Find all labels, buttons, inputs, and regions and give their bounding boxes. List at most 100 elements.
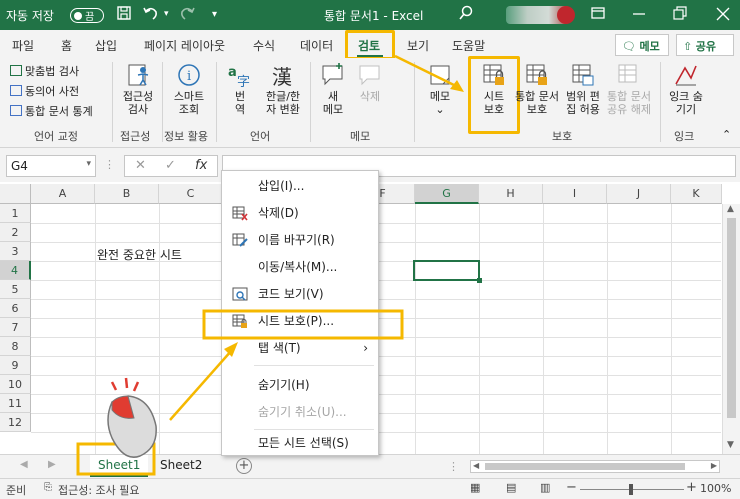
restore-icon[interactable] [673,5,687,25]
tab-formulas[interactable]: 수식 [253,37,275,54]
col-header-k[interactable]: K [671,184,722,204]
unshare-workbook-button[interactable]: 통합 문서 공유 해제 [604,62,654,116]
zoom-level[interactable]: 100% [700,482,731,495]
workbook-statistics-button[interactable]: 통합 문서 통계 [10,103,93,119]
tab-home[interactable]: 홈 [61,37,72,54]
accessibility-status[interactable]: 접근성: 조사 필요 [58,482,140,498]
row-header-1[interactable]: 1 [0,204,31,223]
next-sheet-icon[interactable]: ▶ [48,459,56,470]
undo-icon[interactable] [142,5,160,25]
autosave-toggle[interactable]: 끔 [70,8,104,23]
row-header-9[interactable]: 9 [0,356,31,375]
menu-item-hide[interactable]: 숨기기(H) [222,372,378,399]
ribbon-display-icon[interactable] [590,5,606,25]
check-accessibility-button[interactable]: 접근성 검사 [118,62,158,116]
row-header-6[interactable]: 6 [0,299,31,318]
spelling-button[interactable]: 맞춤법 검사 [10,63,79,79]
menu-item-view-code[interactable]: 코드 보기(V) [222,281,378,308]
menu-item-select-all-sheets[interactable]: 모든 시트 선택(S) [222,430,378,457]
group-proofing-label: 언어 교정 [34,130,78,143]
memo-button[interactable]: 🗨 메모 [615,34,669,56]
selected-cell-g4[interactable] [413,260,480,281]
menu-item-delete[interactable]: 삭제(D) [222,200,378,227]
col-header-a[interactable]: A [31,184,95,204]
scroll-left-icon[interactable]: ◀ [473,461,479,470]
allow-edit-ranges-button[interactable]: 범위 편 집 허용 [562,62,604,116]
menu-item-move-copy[interactable]: 이동/복사(M)... [222,254,378,281]
col-header-c[interactable]: C [159,184,223,204]
row-header-2[interactable]: 2 [0,223,31,242]
fill-handle[interactable] [477,278,482,283]
avatar[interactable] [557,6,575,24]
menu-item-rename[interactable]: 이름 바꾸기(R) [222,227,378,254]
zoom-out-icon[interactable]: − [566,480,577,495]
undo-dropdown-icon[interactable]: ▾ [164,9,169,19]
vertical-scrollbar[interactable]: ▲ ▼ [722,204,740,454]
redo-icon[interactable] [178,5,196,25]
notes-button[interactable]: 메모 ⌄ [422,62,458,116]
tab-view[interactable]: 보기 [407,37,429,54]
delete-comment-button[interactable]: 삭제 [353,62,387,103]
menu-item-insert[interactable]: 삽입(I)... [222,173,378,200]
tab-page-layout[interactable]: 페이지 레이아웃 [144,37,225,54]
row-header-4[interactable]: 4 [0,261,31,280]
hangul-hanja-button[interactable]: 漢 한글/한 자 변환 [260,62,306,116]
col-header-j[interactable]: J [607,184,671,204]
tab-insert[interactable]: 삽입 [95,37,117,54]
row-header-3[interactable]: 3 [0,242,31,261]
protect-workbook-button[interactable]: 통합 문서 보호 [514,62,560,116]
scroll-down-icon[interactable]: ▼ [727,440,734,450]
row-header-7[interactable]: 7 [0,318,31,337]
col-header-g[interactable]: G [415,184,479,204]
collapse-ribbon-icon[interactable]: ⌃ [722,128,731,141]
normal-view-icon[interactable]: ▦ [470,481,480,494]
hide-ink-button[interactable]: 잉크 숨 기기 [664,62,708,116]
scroll-thumb[interactable] [727,218,736,418]
page-layout-view-icon[interactable]: ▤ [506,481,516,494]
search-icon[interactable] [458,5,474,25]
menu-label: 숨기기(H) [258,378,310,392]
spelling-label: 맞춤법 검사 [25,65,80,78]
new-comment-button[interactable]: 새 메모 [316,62,350,116]
row-header-12[interactable]: 12 [0,413,31,432]
col-header-b[interactable]: B [95,184,159,204]
col-header-h[interactable]: H [479,184,543,204]
menu-item-protect-sheet[interactable]: 시트 보호(P)... [222,308,378,335]
tab-data[interactable]: 데이터 [300,37,333,54]
status-bar: 준비 ⎘ 접근성: 조사 필요 ▦ ▤ ▥ − + 100% [0,478,740,499]
thesaurus-button[interactable]: 동의어 사전 [10,83,79,99]
row-header-8[interactable]: 8 [0,337,31,356]
zoom-thumb[interactable] [629,484,633,495]
add-sheet-icon[interactable]: + [236,458,252,474]
col-header-i[interactable]: I [543,184,607,204]
insert-function-icon[interactable]: fx [195,158,207,173]
select-all-button[interactable] [0,184,31,204]
horizontal-scrollbar[interactable]: ◀ ▶ [470,460,720,473]
close-icon[interactable] [716,5,730,25]
sheet-tab-sheet1[interactable]: Sheet1 [90,455,149,477]
row-header-10[interactable]: 10 [0,375,31,394]
group-separator [162,62,163,142]
name-box[interactable]: G4 ▾ [6,155,96,177]
chevron-down-icon[interactable]: ▾ [86,159,91,169]
cancel-icon[interactable]: ✕ [135,158,146,173]
tab-help[interactable]: 도움말 [452,37,485,54]
enter-icon[interactable]: ✓ [165,158,176,173]
page-break-view-icon[interactable]: ▥ [540,481,550,494]
save-icon[interactable] [116,5,132,25]
scroll-right-icon[interactable]: ▶ [711,461,717,470]
tab-file[interactable]: 파일 [12,37,34,54]
share-button[interactable]: ⇧ 공유 [676,34,734,56]
customize-qat-icon[interactable]: ▾ [212,9,217,20]
scroll-up-icon[interactable]: ▲ [727,204,734,214]
zoom-in-icon[interactable]: + [686,480,697,495]
prev-sheet-icon[interactable]: ◀ [20,459,28,470]
minimize-icon[interactable] [632,5,646,25]
scroll-thumb[interactable] [485,463,685,470]
menu-item-tab-color[interactable]: 탭 색(T) › [222,335,378,362]
row-header-11[interactable]: 11 [0,394,31,413]
row-header-5[interactable]: 5 [0,280,31,299]
sheet-tab-sheet2[interactable]: Sheet2 [152,455,210,477]
smart-lookup-button[interactable]: i 스마트 조회 [168,62,210,116]
translate-button[interactable]: a字 번 역 [222,62,258,116]
